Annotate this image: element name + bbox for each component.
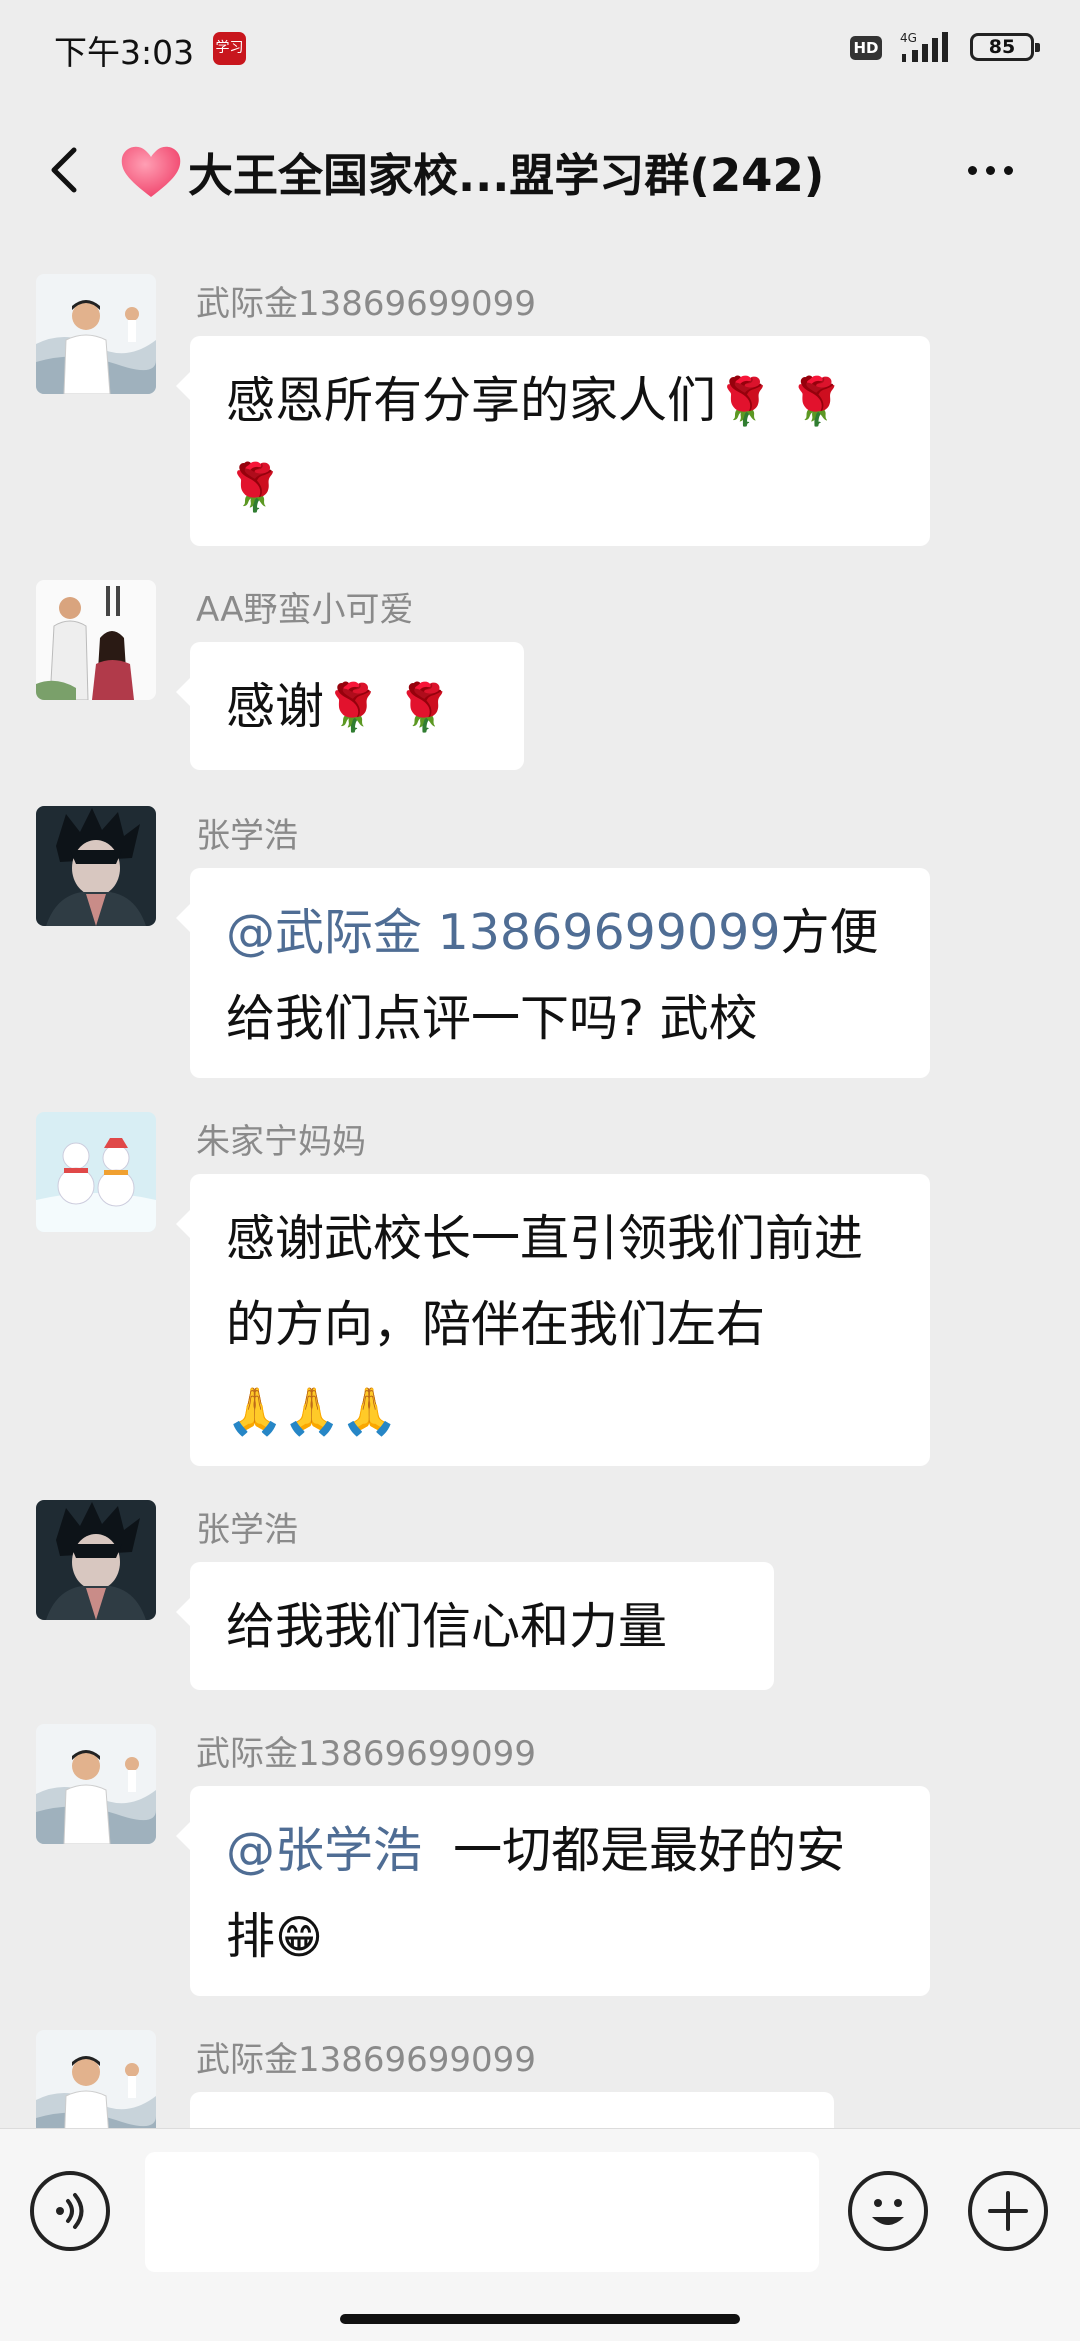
sender-name: 朱家宁妈妈 xyxy=(196,1122,366,1162)
message-text: 感恩所有分享的家人们 xyxy=(226,372,717,429)
back-arrow-icon[interactable] xyxy=(40,140,90,200)
chat-title-area[interactable]: 大王全国家校...盟学习群(242) xyxy=(118,136,938,206)
plus-icon[interactable] xyxy=(968,2171,1048,2251)
input-bar xyxy=(0,2128,1080,2341)
message-text: 感谢武校长一直引领我们前进的方向，陪伴在我们左右 xyxy=(226,1210,864,1353)
avatar[interactable] xyxy=(36,580,156,700)
sender-name: 武际金13869699099 xyxy=(196,284,536,324)
grin-emoji: 😁 xyxy=(275,1910,323,1964)
message-bubble[interactable]: 感谢🌹 🌹 xyxy=(176,642,524,770)
avatar[interactable] xyxy=(36,2030,156,2128)
emoji-icon[interactable] xyxy=(848,2171,928,2251)
pray-emoji: 🙏🙏🙏 xyxy=(226,1384,398,1438)
signal-icon: 4G xyxy=(900,31,948,62)
message-bubble[interactable] xyxy=(190,2092,834,2128)
voice-icon[interactable] xyxy=(30,2171,110,2251)
sender-name: AA野蛮小可爱 xyxy=(196,590,414,630)
avatar[interactable] xyxy=(36,274,156,394)
avatar[interactable] xyxy=(36,1724,156,1844)
message-text: 给我我们信心和力量 xyxy=(226,1598,668,1655)
status-time: 下午3:03 xyxy=(54,33,195,72)
sender-name: 武际金13869699099 xyxy=(196,2040,536,2080)
chat-title: 大王全国家校...盟学习群(242) xyxy=(188,148,825,202)
rose-emoji: 🌹 🌹 xyxy=(324,680,454,734)
chat-header: 大王全国家校...盟学习群(242) xyxy=(0,100,1080,240)
network-label: 4G xyxy=(900,31,917,45)
sender-name: 武际金13869699099 xyxy=(196,1734,536,1774)
mention-link[interactable]: @武际金 13869699099 xyxy=(226,904,781,961)
status-bar: 下午3:03 学习 HD 4G 85 xyxy=(0,0,1080,100)
avatar[interactable] xyxy=(36,806,156,926)
message-bubble[interactable]: 感恩所有分享的家人们🌹 🌹 🌹 xyxy=(176,336,930,546)
sender-name: 张学浩 xyxy=(196,816,298,856)
message-bubble[interactable]: @张学浩 一切都是最好的安排😁 xyxy=(176,1786,930,1996)
message-text: 感谢 xyxy=(226,678,325,735)
message-bubble[interactable]: 感谢武校长一直引领我们前进的方向，陪伴在我们左右 🙏🙏🙏 xyxy=(176,1174,930,1466)
hd-badge: HD xyxy=(850,36,882,60)
more-dots-icon[interactable] xyxy=(968,160,1028,180)
chat-message-list[interactable]: 武际金13869699099 感恩所有分享的家人们🌹 🌹 🌹 AA野蛮小可爱 感… xyxy=(0,240,1080,2128)
sender-name: 张学浩 xyxy=(196,1510,298,1550)
message-input[interactable] xyxy=(145,2152,819,2272)
message-bubble[interactable]: 给我我们信心和力量 xyxy=(176,1562,774,1690)
mention-link[interactable]: @张学浩 xyxy=(226,1822,422,1879)
home-indicator[interactable] xyxy=(340,2314,740,2324)
message-bubble[interactable]: @武际金 13869699099方便给我们点评一下吗? 武校 xyxy=(176,868,930,1078)
avatar[interactable] xyxy=(36,1500,156,1620)
avatar[interactable] xyxy=(36,1112,156,1232)
battery-icon: 85 xyxy=(970,33,1040,61)
heart-icon xyxy=(121,146,181,197)
app-badge-icon: 学习 xyxy=(213,32,246,65)
